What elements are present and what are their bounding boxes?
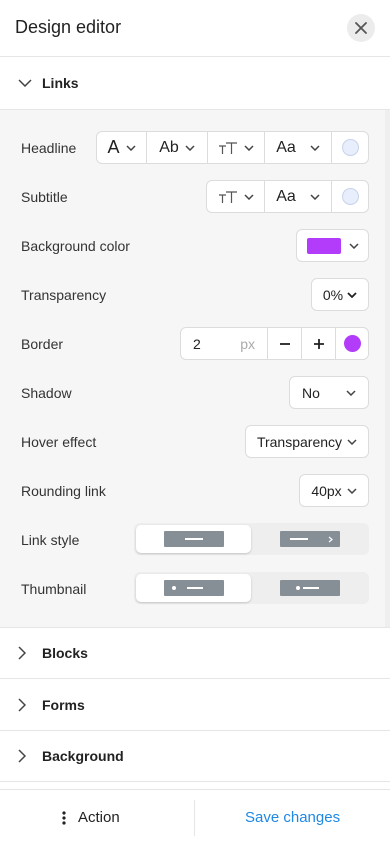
chevron-right-icon <box>18 646 26 660</box>
section-links-header[interactable]: Links <box>0 57 390 109</box>
border-width-value: 2 <box>193 335 201 352</box>
rounding-value: 40px <box>311 482 342 499</box>
headline-label: Headline <box>21 140 77 156</box>
close-button[interactable] <box>347 14 375 42</box>
thumbnail-option-left[interactable] <box>136 574 251 602</box>
links-panel: Headline A Ab Aa Subtitle Aa Background … <box>0 109 390 628</box>
link-style-option-plain[interactable] <box>136 525 251 553</box>
border-width-input[interactable]: 2 px <box>181 328 267 359</box>
thumbnail-option-inline[interactable] <box>252 574 367 602</box>
link-style-toggle <box>134 523 369 555</box>
style-glyph: Ab <box>159 138 179 156</box>
headline-color-picker[interactable] <box>331 132 369 163</box>
section-blocks-label: Blocks <box>42 645 88 661</box>
subtitle-controls: Aa <box>206 180 369 213</box>
page-title: Design editor <box>15 17 122 37</box>
chevron-down-icon <box>18 79 32 87</box>
hover-effect-label: Hover effect <box>21 434 97 450</box>
thumbnail-preview-left <box>163 580 224 596</box>
section-background-label: Background <box>42 748 124 764</box>
section-background-header[interactable]: Background <box>0 731 390 781</box>
color-swatch <box>344 335 361 352</box>
chevron-down-icon <box>243 193 254 200</box>
shadow-select[interactable]: No <box>289 376 369 409</box>
border-unit: px <box>240 335 255 352</box>
section-forms-header[interactable]: Forms <box>0 679 390 730</box>
headline-style-select[interactable]: Ab <box>146 132 207 163</box>
link-style-label: Link style <box>21 532 80 548</box>
thumbnail-toggle <box>134 572 369 604</box>
chevron-down-icon <box>347 438 357 445</box>
subtitle-size-select[interactable] <box>207 181 264 212</box>
rounding-select[interactable]: 40px <box>299 474 369 507</box>
color-swatch <box>342 139 359 156</box>
background-color-picker[interactable] <box>296 229 369 262</box>
border-label: Border <box>21 336 64 352</box>
transparency-value: 0% <box>322 286 344 303</box>
subtitle-label: Subtitle <box>21 189 68 205</box>
case-glyph: Aa <box>276 187 296 205</box>
scrollbar[interactable] <box>385 110 390 627</box>
font-glyph: A <box>107 137 120 157</box>
chevron-down-icon <box>310 144 320 151</box>
rounding-label: Rounding link <box>21 483 106 499</box>
chevron-down-icon <box>310 193 320 200</box>
footer-bar: Action Save changes <box>0 789 390 844</box>
section-blocks-header[interactable]: Blocks <box>0 628 390 678</box>
border-color-picker[interactable] <box>335 328 369 359</box>
background-color-label: Background color <box>21 238 130 254</box>
save-changes-button[interactable]: Save changes <box>245 790 340 844</box>
chevron-down-icon <box>125 144 136 151</box>
more-vertical-icon <box>62 810 66 825</box>
link-preview-plain <box>163 531 224 547</box>
footer-divider <box>194 800 195 836</box>
chevron-down-icon <box>348 242 359 249</box>
border-decrement-button[interactable] <box>267 328 301 359</box>
chevron-right-icon <box>328 536 333 543</box>
color-swatch <box>342 188 359 205</box>
section-links-label: Links <box>42 75 79 91</box>
link-preview-arrow <box>279 531 340 547</box>
plus-icon <box>313 338 324 349</box>
chevron-down-icon <box>244 144 254 151</box>
chevron-right-icon <box>18 697 26 712</box>
link-style-option-arrow[interactable] <box>252 525 367 553</box>
case-glyph: Aa <box>276 138 296 156</box>
headline-case-select[interactable]: Aa <box>264 132 331 163</box>
editor-header: Design editor <box>0 0 390 57</box>
shadow-label: Shadow <box>21 385 72 401</box>
section-forms-label: Forms <box>42 696 85 713</box>
text-size-icon <box>219 141 237 154</box>
action-label: Action <box>78 809 120 826</box>
border-controls: 2 px <box>180 327 369 360</box>
hover-effect-select[interactable]: Transparency <box>245 425 369 458</box>
action-button[interactable]: Action <box>62 790 120 844</box>
close-icon <box>355 22 367 34</box>
chevron-down-icon <box>185 144 195 151</box>
thumbnail-preview-inline <box>279 580 340 596</box>
text-size-icon <box>218 190 237 203</box>
subtitle-case-select[interactable]: Aa <box>264 181 331 212</box>
headline-controls: A Ab Aa <box>96 131 369 164</box>
chevron-down-icon <box>347 487 357 494</box>
subtitle-color-picker[interactable] <box>331 181 369 212</box>
thumbnail-label: Thumbnail <box>21 581 87 597</box>
transparency-label: Transparency <box>21 287 107 303</box>
shadow-value: No <box>302 384 320 401</box>
chevron-right-icon <box>18 749 26 763</box>
color-swatch <box>306 237 341 254</box>
hover-effect-value: Transparency <box>256 433 343 450</box>
headline-size-select[interactable] <box>207 132 264 163</box>
transparency-select[interactable]: 0% <box>311 278 369 311</box>
minus-icon <box>279 342 290 345</box>
chevron-down-icon <box>347 291 357 298</box>
headline-font-select[interactable]: A <box>97 132 146 163</box>
divider <box>0 781 390 782</box>
chevron-down-icon <box>346 389 356 396</box>
border-increment-button[interactable] <box>301 328 335 359</box>
